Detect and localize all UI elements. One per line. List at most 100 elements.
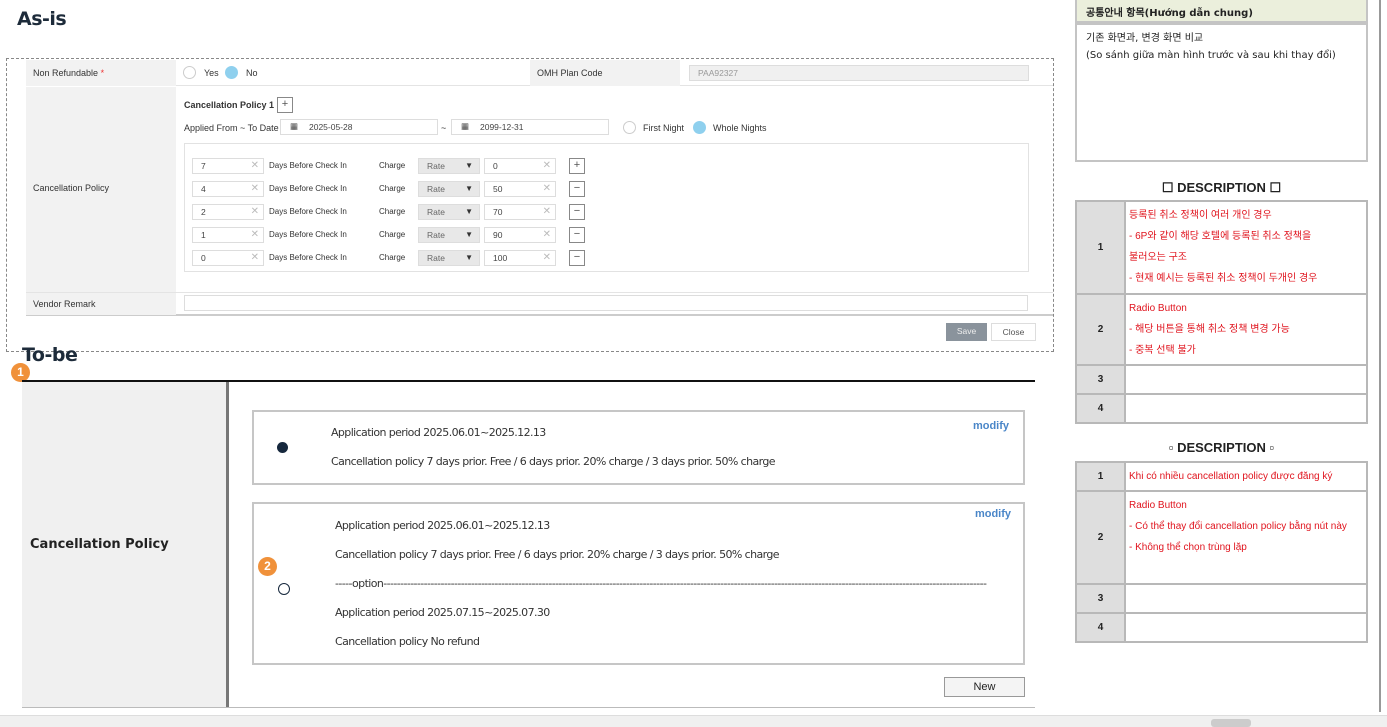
vendor-remark-input[interactable] — [184, 295, 1028, 311]
omh-input[interactable]: PAA92327 — [689, 65, 1029, 81]
whole-nights-radio[interactable] — [693, 121, 706, 134]
description-line: Khi có nhiều cancellation policy được đă… — [1129, 471, 1333, 482]
charge-value: 100 — [493, 253, 508, 263]
annotation-badge-2: 2 — [258, 557, 277, 576]
row-number: 1 — [1077, 202, 1124, 293]
charge-value-input[interactable]: 90 ✕ — [484, 227, 556, 243]
caret-down-icon: ▼ — [465, 184, 473, 193]
charge-type-select[interactable]: Rate ▼ — [418, 250, 480, 266]
clear-icon[interactable]: ✕ — [543, 229, 551, 240]
period-text: Application period 2025.06.01~2025.12.13 — [331, 426, 546, 439]
days-value: 1 — [201, 230, 206, 240]
policy-text: Cancellation policy 7 days prior. Free /… — [335, 548, 779, 561]
option-separator: -----option-----------------------------… — [335, 577, 987, 590]
policy-text: Cancellation policy 7 days prior. Free /… — [331, 455, 775, 468]
description-line: Radio Button — [1129, 303, 1187, 314]
description-line: - Có thể thay đổi cancellation policy bằ… — [1129, 521, 1347, 532]
days-value: 7 — [201, 161, 206, 171]
charge-value: 90 — [493, 230, 503, 240]
clear-icon[interactable]: ✕ — [251, 160, 259, 171]
days-value: 2 — [201, 207, 206, 217]
caret-down-icon: ▼ — [465, 253, 473, 262]
remove-row-button[interactable]: − — [569, 204, 585, 220]
clear-icon[interactable]: ✕ — [251, 229, 259, 240]
days-input[interactable]: 7 ✕ — [192, 158, 264, 174]
policy-rows: for(let i=0;i<5;i++){const t=14+i*23;doc… — [184, 143, 1029, 272]
charge-type-select[interactable]: Rate ▼ — [418, 181, 480, 197]
radio-unselected[interactable] — [278, 583, 290, 595]
description-line: - 중복 선택 불가 — [1129, 345, 1196, 356]
days-input[interactable]: 4 ✕ — [192, 181, 264, 197]
description-table-vi: 1 Khi có nhiều cancellation policy được đ… — [1075, 461, 1368, 643]
asis-form: Non Refundable * Yes No OMH Plan Code PA… — [6, 58, 1054, 352]
non-refundable-row: Non Refundable * Yes No OMH Plan Code PA… — [26, 60, 1053, 86]
charge-value: 50 — [493, 184, 503, 194]
policy-option-2[interactable]: Application period 2025.06.01~2025.12.13… — [252, 502, 1025, 665]
horizontal-scrollbar[interactable] — [0, 715, 1387, 727]
charge-type-select[interactable]: Rate ▼ — [418, 158, 480, 174]
days-input[interactable]: 2 ✕ — [192, 204, 264, 220]
charge-type: Rate — [427, 161, 445, 171]
charge-value: 70 — [493, 207, 503, 217]
clear-icon[interactable]: ✕ — [251, 252, 259, 263]
clear-icon[interactable]: ✕ — [543, 252, 551, 263]
scrollbar-thumb[interactable] — [1211, 719, 1251, 727]
clear-icon[interactable]: ✕ — [543, 160, 551, 171]
remove-row-button[interactable]: − — [569, 227, 585, 243]
charge-value: 0 — [493, 161, 498, 171]
description-line: 등록된 취소 정책이 여러 개인 경우 — [1129, 210, 1272, 221]
description-title-vi: ▫ DESCRIPTION ▫ — [1168, 440, 1275, 455]
clear-icon[interactable]: ✕ — [543, 183, 551, 194]
description-title-ko: ☐ DESCRIPTION ☐ — [1161, 180, 1282, 195]
non-refundable-label: Non Refundable — [33, 68, 99, 78]
close-button[interactable]: Close — [991, 323, 1036, 341]
charge-type: Rate — [427, 184, 445, 194]
new-button[interactable]: New — [944, 677, 1025, 697]
applied-label: Applied From ~ To Date — [184, 123, 279, 133]
days-input[interactable]: 1 ✕ — [192, 227, 264, 243]
from-date-input[interactable]: ▦ 2025-05-28 — [280, 119, 438, 135]
clear-icon[interactable]: ✕ — [251, 183, 259, 194]
clear-icon[interactable]: ✕ — [251, 206, 259, 217]
charge-value-input[interactable]: 50 ✕ — [484, 181, 556, 197]
charge-value-input[interactable]: 0 ✕ — [484, 158, 556, 174]
radio-selected[interactable] — [277, 442, 288, 453]
first-night-radio[interactable] — [623, 121, 636, 134]
row-number: 2 — [1077, 492, 1124, 583]
remove-row-button[interactable]: − — [569, 181, 585, 197]
no-radio[interactable] — [225, 66, 238, 79]
charge-type-select[interactable]: Rate ▼ — [418, 227, 480, 243]
modify-link[interactable]: modify — [973, 420, 1009, 432]
add-policy-button[interactable]: + — [277, 97, 293, 113]
remove-row-button[interactable]: − — [569, 250, 585, 266]
description-line: - 현재 예시는 등록된 취소 정책이 두개인 경우 — [1129, 273, 1318, 284]
to-date-input[interactable]: ▦ 2099-12-31 — [451, 119, 609, 135]
description-row: 2 Radio Button - Có thể thay đổi cancellat… — [1077, 492, 1366, 583]
omh-label: OMH Plan Code — [537, 68, 603, 78]
modify-link[interactable]: modify — [975, 508, 1011, 520]
to-date: 2099-12-31 — [480, 122, 524, 132]
caret-down-icon: ▼ — [465, 161, 473, 170]
description-row: 3 — [1077, 585, 1366, 612]
charge-value-input[interactable]: 100 ✕ — [484, 250, 556, 266]
save-button[interactable]: Save — [946, 323, 987, 341]
description-row: 4 — [1077, 614, 1366, 641]
yes-radio[interactable] — [183, 66, 196, 79]
days-input[interactable]: 0 ✕ — [192, 250, 264, 266]
period-text: Application period 2025.06.01~2025.12.13 — [335, 519, 550, 532]
first-night-label: First Night — [643, 123, 685, 133]
description-line: 불러오는 구조 — [1129, 252, 1187, 263]
charge-type: Rate — [427, 207, 445, 217]
description-row: 1 등록된 취소 정책이 여러 개인 경우 - 6P와 같이 해당 호텔에 등록된 … — [1077, 202, 1366, 293]
no-label: No — [246, 68, 258, 78]
whole-nights-label: Whole Nights — [713, 123, 767, 133]
charge-label: Charge — [379, 184, 406, 193]
add-row-button[interactable]: + — [569, 158, 585, 174]
calendar-icon: ▦ — [290, 121, 299, 131]
tilde: ~ — [441, 123, 447, 133]
charge-value-input[interactable]: 70 ✕ — [484, 204, 556, 220]
policy-option-1[interactable]: Application period 2025.06.01~2025.12.13… — [252, 410, 1025, 485]
tobe-title: To-be — [22, 344, 78, 366]
clear-icon[interactable]: ✕ — [543, 206, 551, 217]
charge-type-select[interactable]: Rate ▼ — [418, 204, 480, 220]
